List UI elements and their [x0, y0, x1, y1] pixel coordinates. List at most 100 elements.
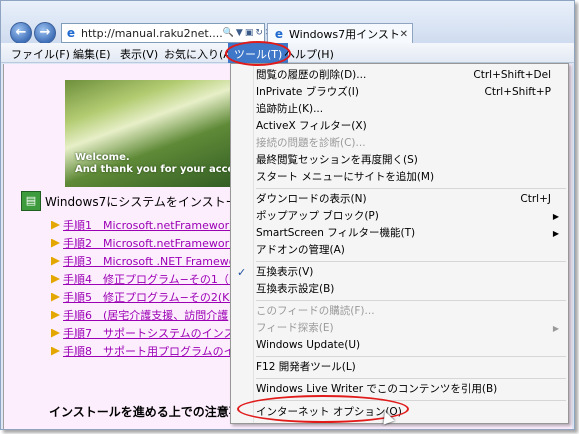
- arrow-icon: [51, 328, 60, 338]
- menu-item-tracking-protection[interactable]: 追跡防止(K)...: [231, 101, 568, 118]
- menu-item-label: ダウンロードの表示(N): [256, 193, 367, 205]
- menu-separator: [256, 188, 566, 189]
- menu-item-label: SmartScreen フィルター機能(T): [256, 227, 416, 239]
- step-link[interactable]: 手順4 修正プログラム−その1（K: [63, 271, 236, 287]
- menu-help[interactable]: ヘルプ(H): [284, 46, 334, 62]
- step-item: 手順4 修正プログラム−その1（K: [51, 270, 246, 288]
- step-item: 手順2 Microsoft.netFramework1.: [51, 234, 246, 252]
- menu-favorites[interactable]: お気に入り(A): [164, 46, 235, 62]
- menu-file[interactable]: ファイル(F): [11, 46, 70, 62]
- tab-ie-icon: e: [274, 27, 284, 41]
- step-item: 手順3 Microsoft .NET Framework: [51, 252, 246, 270]
- menu-item-delete-history[interactable]: 閲覧の履歴の削除(D)... Ctrl+Shift+Del: [231, 67, 568, 84]
- menu-separator: [256, 300, 566, 301]
- install-heading: ▤ Windows7にシステムをインストール: [21, 191, 250, 211]
- welcome-banner: Welcome. And thank you for your access: [65, 80, 245, 187]
- menu-edit[interactable]: 編集(E): [73, 46, 111, 62]
- menu-bar: ファイル(F) 編集(E) 表示(V) お気に入り(A) ツール(T) ヘルプ(…: [1, 43, 574, 63]
- menu-view[interactable]: 表示(V): [120, 46, 158, 62]
- menu-item-subscribe-feed: このフィードの購読(F)...: [231, 303, 568, 320]
- menu-item-shortcut: Ctrl+Shift+Del: [473, 69, 551, 81]
- tab-title: Windows7用インストール...: [289, 28, 400, 41]
- forward-button[interactable]: →: [34, 22, 56, 44]
- arrow-icon: [51, 256, 60, 266]
- menu-item-label: 閲覧の履歴の削除(D)...: [256, 69, 367, 81]
- menu-item-label: 最終閲覧セッションを再度開く(S): [256, 154, 418, 166]
- menu-item-internet-options[interactable]: インターネット オプション(O): [231, 404, 568, 421]
- dropdown-arrow-icon[interactable]: ▼: [236, 28, 243, 38]
- menu-item-label: Windows Live Writer でこのコンテンツを引用(B): [256, 383, 498, 395]
- arrow-icon: [51, 310, 60, 320]
- step-item: 手順8 サポート用プログラムのイ: [51, 342, 246, 360]
- back-button[interactable]: ←: [10, 22, 32, 44]
- menu-item-manage-addons[interactable]: アドオンの管理(A): [231, 242, 568, 259]
- banner-line-2: And thank you for your access: [75, 164, 245, 175]
- step-link[interactable]: 手順3 Microsoft .NET Framework: [63, 253, 246, 269]
- step-link[interactable]: 手順7 サポートシステムのインスト: [63, 325, 245, 341]
- step-link[interactable]: 手順8 サポート用プログラムのイ: [63, 343, 235, 359]
- menu-item-shortcut: Ctrl+Shift+P: [484, 86, 551, 98]
- check-icon: ✓: [237, 266, 247, 279]
- menu-item-label: ActiveX フィルター(X): [256, 120, 367, 132]
- menu-item-live-writer[interactable]: Windows Live Writer でこのコンテンツを引用(B): [231, 381, 568, 398]
- search-icon[interactable]: 🔍: [223, 28, 234, 38]
- menu-item-compat-view[interactable]: ✓ 互換表示(V): [231, 264, 568, 281]
- step-item: 手順5 修正プログラム−その2(KE: [51, 288, 246, 306]
- steps-list: 手順1 Microsoft.netFramework1. 手順2 Microso…: [51, 216, 246, 360]
- menu-item-smartscreen[interactable]: SmartScreen フィルター機能(T) ▶: [231, 225, 568, 242]
- menu-item-label: このフィードの購読(F)...: [256, 305, 375, 317]
- submenu-arrow-icon: ▶: [552, 212, 559, 221]
- navigation-bar: ← → e http://manual.raku2net.... 🔍 ▼ ▣ ↻…: [1, 1, 574, 44]
- menu-item-inprivate[interactable]: InPrivate ブラウズ(I) Ctrl+Shift+P: [231, 84, 568, 101]
- menu-separator: [256, 356, 566, 357]
- menu-item-popup-blocker[interactable]: ポップアップ ブロック(P) ▶: [231, 208, 568, 225]
- step-item: 手順6 (居宅介護支援、訪問介護: [51, 306, 246, 324]
- menu-tools[interactable]: ツール(T): [228, 43, 289, 63]
- menu-item-label: 互換表示(V): [256, 266, 314, 278]
- arrow-icon: [51, 292, 60, 302]
- menu-item-label: ポップアップ ブロック(P): [256, 210, 379, 222]
- arrow-icon: [51, 220, 60, 230]
- menu-item-label: アドオンの管理(A): [256, 244, 345, 256]
- menu-item-developer-tools[interactable]: F12 開発者ツール(L): [231, 359, 568, 376]
- refresh-icon[interactable]: ↻: [255, 28, 263, 38]
- menu-item-compat-settings[interactable]: 互換表示設定(B): [231, 281, 568, 298]
- step-link[interactable]: 手順2 Microsoft.netFramework1.: [63, 235, 246, 251]
- menu-item-label: 追跡防止(K)...: [256, 103, 324, 115]
- address-url[interactable]: http://manual.raku2net....: [81, 27, 223, 40]
- menu-separator: [256, 400, 566, 401]
- menu-item-label: F12 開発者ツール(L): [256, 361, 356, 373]
- step-link[interactable]: 手順1 Microsoft.netFramework1.: [63, 217, 246, 233]
- compat-view-icon[interactable]: ▣: [245, 28, 254, 38]
- menu-item-add-to-start[interactable]: スタート メニューにサイトを追加(M): [231, 169, 568, 186]
- menu-item-windows-update[interactable]: Windows Update(U): [231, 337, 568, 354]
- address-bar[interactable]: e http://manual.raku2net.... 🔍 ▼ ▣ ↻ ✕: [61, 23, 272, 43]
- menu-item-label: 接続の問題を診断(C)...: [256, 137, 366, 149]
- menu-item-activex-filter[interactable]: ActiveX フィルター(X): [231, 118, 568, 135]
- menu-separator: [256, 378, 566, 379]
- menu-item-feed-discovery: フィード探索(E) ▶: [231, 320, 568, 337]
- step-item: 手順7 サポートシステムのインスト: [51, 324, 246, 342]
- step-link[interactable]: 手順5 修正プログラム−その2(KE: [63, 289, 236, 305]
- install-heading-text: Windows7にシステムをインストール: [45, 194, 250, 209]
- menu-item-view-downloads[interactable]: ダウンロードの表示(N) Ctrl+J: [231, 191, 568, 208]
- browser-tab[interactable]: e Windows7用インストール... ✕: [267, 23, 413, 44]
- submenu-arrow-icon: ▶: [552, 324, 559, 333]
- arrow-icon: [51, 346, 60, 356]
- menu-item-label: Windows Update(U): [256, 339, 361, 351]
- tab-close-icon[interactable]: ✕: [400, 29, 412, 40]
- section-title: インストールを進める上での注意事: [49, 405, 241, 419]
- tools-dropdown-menu: 閲覧の履歴の削除(D)... Ctrl+Shift+Del InPrivate ブ…: [230, 63, 569, 424]
- menu-item-label: InPrivate ブラウズ(I): [256, 86, 359, 98]
- banner-text: Welcome. And thank you for your access: [75, 152, 245, 176]
- menu-item-shortcut: Ctrl+J: [520, 193, 551, 205]
- banner-line-1: Welcome.: [75, 152, 130, 163]
- step-link[interactable]: 手順6 (居宅介護支援、訪問介護: [63, 307, 228, 323]
- disk-icon: ▤: [21, 191, 41, 211]
- menu-separator: [256, 261, 566, 262]
- browser-window: ← → e http://manual.raku2net.... 🔍 ▼ ▣ ↻…: [0, 0, 575, 430]
- menu-item-label: 互換表示設定(B): [256, 283, 335, 295]
- menu-item-reopen-session[interactable]: 最終閲覧セッションを再度開く(S): [231, 152, 568, 169]
- submenu-arrow-icon: ▶: [552, 229, 559, 238]
- arrow-icon: [51, 238, 60, 248]
